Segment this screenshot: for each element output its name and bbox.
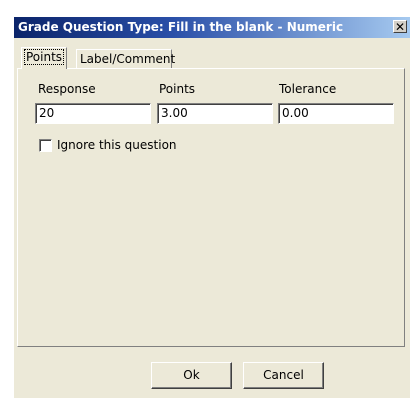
tolerance-label: Tolerance	[279, 82, 337, 96]
response-input[interactable]: 20	[35, 103, 151, 124]
grade-question-dialog: Grade Question Type: Fill in the blank -…	[14, 17, 410, 398]
response-label: Response	[38, 82, 96, 96]
tab-label-comment[interactable]: Label/Comment	[76, 49, 176, 69]
close-button[interactable]: ✕	[393, 20, 407, 34]
tab-label-comment-label: Label/Comment	[80, 52, 176, 66]
points-label: Points	[159, 82, 196, 96]
cancel-button[interactable]: Cancel	[243, 362, 324, 389]
tab-points-label: Points	[23, 49, 65, 65]
dialog-title: Grade Question Type: Fill in the blank -…	[18, 20, 344, 34]
tolerance-input[interactable]: 0.00	[278, 103, 394, 124]
close-icon: ✕	[394, 20, 406, 34]
points-input[interactable]: 3.00	[157, 103, 273, 124]
ok-button[interactable]: Ok	[151, 362, 232, 389]
title-bar[interactable]: Grade Question Type: Fill in the blank -…	[14, 17, 410, 38]
ignore-question-label[interactable]: Ignore this question	[57, 138, 177, 152]
ignore-question-checkbox[interactable]	[39, 139, 52, 152]
tab-points[interactable]: Points	[21, 47, 68, 69]
